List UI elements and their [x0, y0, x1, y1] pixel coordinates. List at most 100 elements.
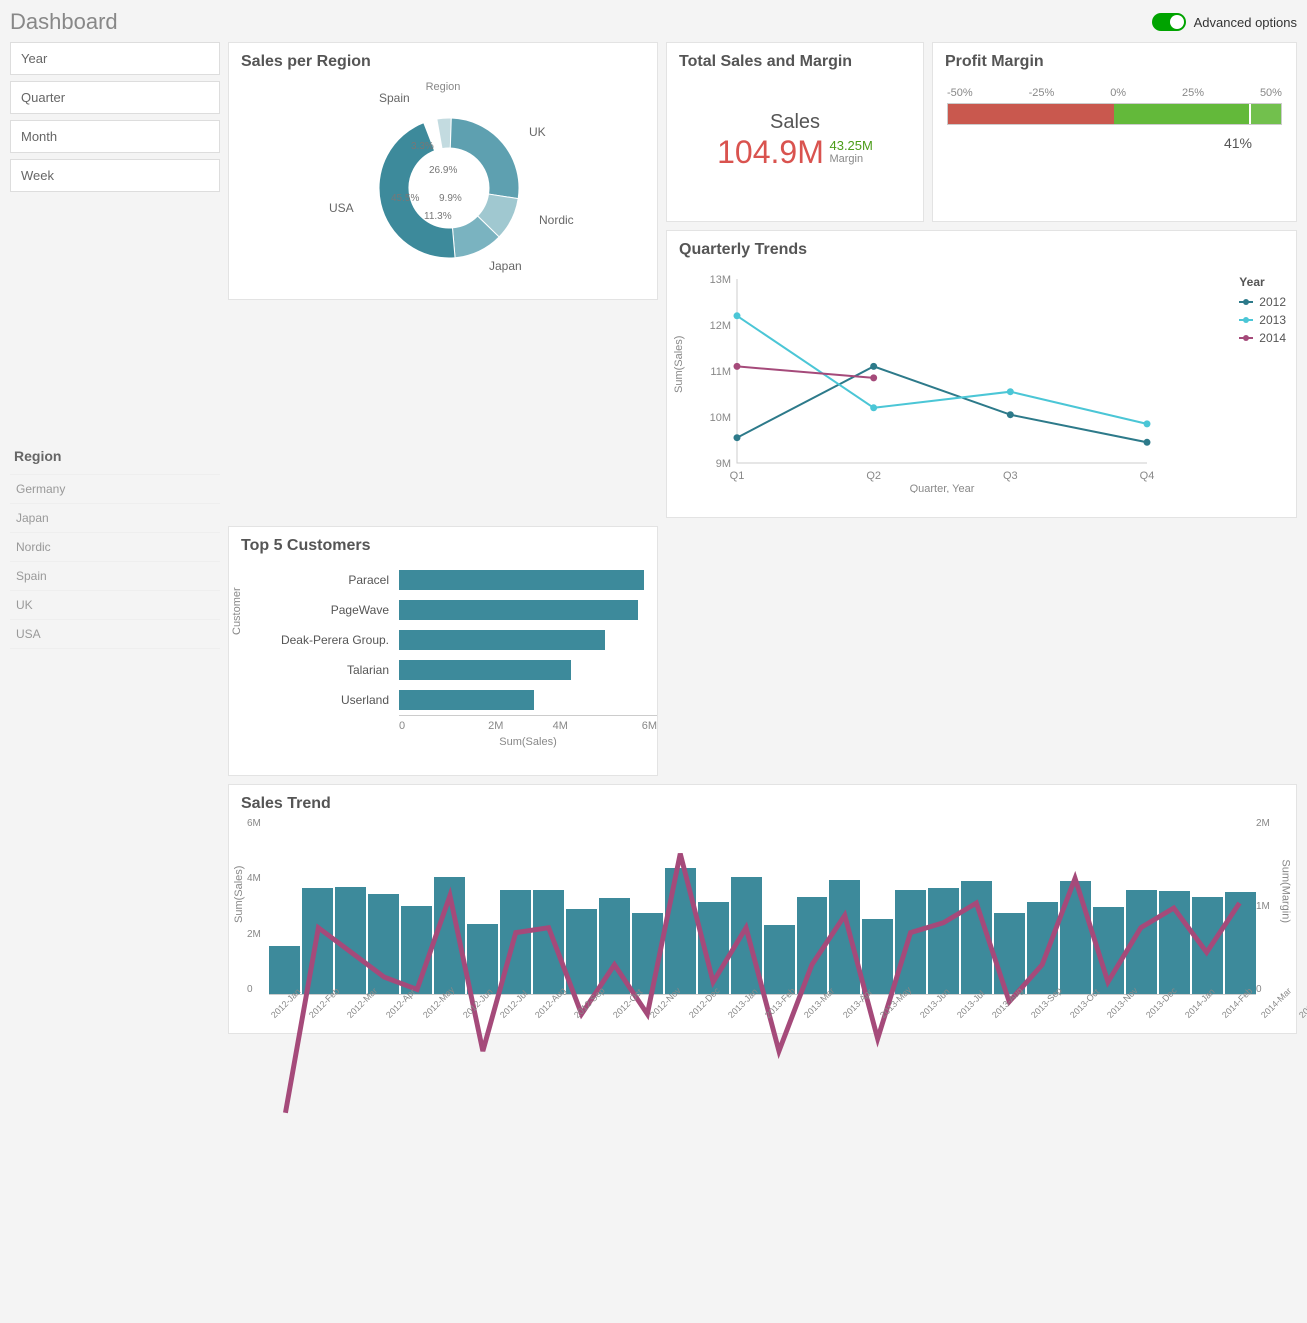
legend-title: Year [1239, 275, 1286, 289]
region-item-uk[interactable]: UK [10, 590, 220, 619]
region-item-usa[interactable]: USA [10, 619, 220, 649]
svg-text:Q3: Q3 [1003, 470, 1018, 482]
legend-item-2014[interactable]: 2014 [1239, 331, 1286, 345]
svg-text:Quarter, Year: Quarter, Year [910, 483, 975, 493]
panel-title: Profit Margin [933, 43, 1296, 81]
trend-bar[interactable] [434, 877, 465, 994]
hbar[interactable] [399, 600, 638, 620]
trend-chart[interactable] [269, 829, 1256, 995]
donut-pct: 26.9% [429, 165, 457, 176]
trend-bar[interactable] [1159, 891, 1190, 994]
trend-bar[interactable] [467, 924, 498, 994]
filter-year[interactable]: Year [10, 42, 220, 75]
filter-month[interactable]: Month [10, 120, 220, 153]
gauge-scale: -50% -25% 0% 25% 50% [947, 87, 1282, 99]
svg-text:11M: 11M [710, 366, 731, 378]
panel-title: Top 5 Customers [229, 527, 657, 565]
svg-text:12M: 12M [710, 320, 731, 332]
gauge-value: 41% [947, 135, 1282, 151]
trend-bar[interactable] [1126, 890, 1157, 995]
trend-bar[interactable] [961, 881, 992, 994]
trend-bar[interactable] [731, 877, 762, 994]
region-item-nordic[interactable]: Nordic [10, 532, 220, 561]
panel-total-sales-margin: Total Sales and Margin Sales 104.9M 43.2… [666, 42, 924, 222]
svg-text:9M: 9M [716, 458, 731, 470]
trend-bar[interactable] [797, 897, 828, 994]
trend-xtick: 2014-Apr [1297, 987, 1307, 1020]
trend-bar[interactable] [566, 909, 597, 994]
region-item-germany[interactable]: Germany [10, 474, 220, 503]
gauge-tick: -25% [1029, 87, 1055, 99]
hbar-name: PageWave [279, 603, 399, 617]
donut-pct: 11.3% [424, 211, 452, 222]
donut-pct: 45.5% [391, 193, 419, 204]
kpi-sub-label: Margin [829, 153, 872, 165]
svg-text:13M: 13M [710, 274, 731, 286]
donut-label-uk: UK [529, 125, 546, 139]
trend-bar[interactable] [994, 913, 1025, 994]
trend-bar[interactable] [862, 919, 893, 994]
region-item-spain[interactable]: Spain [10, 561, 220, 590]
trend-bar[interactable] [533, 890, 564, 994]
kpi-sub-value: 43.25M [829, 138, 872, 153]
hbar[interactable] [399, 630, 605, 650]
trend-bar[interactable] [1027, 902, 1058, 994]
gauge-tick: 0% [1110, 87, 1126, 99]
hbar[interactable] [399, 570, 644, 590]
line-ylabel: Sum(Sales) [673, 336, 685, 393]
panel-top5-customers: Top 5 Customers Customer Paracel PageWave… [228, 526, 658, 776]
legend-item-2012[interactable]: 2012 [1239, 295, 1286, 309]
hbar[interactable] [399, 690, 534, 710]
gauge-bar[interactable] [947, 103, 1282, 125]
svg-text:10M: 10M [710, 412, 731, 424]
trend-bar[interactable] [632, 913, 663, 994]
donut-label-spain: Spain [379, 91, 410, 105]
panel-sales-trend: Sales Trend Sum(Sales) Sum(Margin) 02M4M… [228, 784, 1297, 1034]
hbar-name: Paracel [279, 573, 399, 587]
trend-bar[interactable] [829, 880, 860, 994]
panel-title: Quarterly Trends [667, 231, 1296, 269]
donut-pct: 9.9% [439, 193, 462, 204]
advanced-options-label: Advanced options [1194, 15, 1297, 30]
donut-pct: 3.3% [411, 141, 434, 152]
filter-quarter[interactable]: Quarter [10, 81, 220, 114]
hbar-name: Talarian [279, 663, 399, 677]
trend-bar[interactable] [599, 898, 630, 994]
trend-bar[interactable] [698, 902, 729, 994]
trend-bar[interactable] [401, 906, 432, 994]
legend-item-2013[interactable]: 2013 [1239, 313, 1286, 327]
gauge-tick: 50% [1260, 87, 1282, 99]
donut-legend-title: Region [229, 81, 657, 93]
kpi-label: Sales [667, 111, 923, 134]
trend-bar[interactable] [368, 894, 399, 994]
trend-bar[interactable] [1192, 897, 1223, 994]
kpi-value: 104.9M [717, 134, 824, 171]
filter-week[interactable]: Week [10, 159, 220, 192]
trend-bar[interactable] [1225, 892, 1256, 994]
trend-bar[interactable] [302, 888, 333, 994]
svg-text:Q4: Q4 [1140, 470, 1155, 482]
page-title: Dashboard [10, 9, 118, 35]
hbar-ylabel: Customer [231, 587, 243, 635]
svg-text:Q1: Q1 [730, 470, 745, 482]
advanced-options-toggle[interactable] [1152, 13, 1186, 31]
panel-title: Sales per Region [229, 43, 657, 81]
donut-chart[interactable]: SpainUKNordicJapanUSA3.3%26.9%9.9%11.3%4… [229, 93, 657, 293]
trend-bar[interactable] [335, 887, 366, 994]
region-item-japan[interactable]: Japan [10, 503, 220, 532]
panel-title: Total Sales and Margin [667, 43, 923, 81]
trend-bar[interactable] [895, 890, 926, 995]
trend-bar[interactable] [764, 925, 795, 994]
trend-bar[interactable] [1060, 881, 1091, 994]
line-legend: Year 2012 2013 2014 [1239, 275, 1286, 349]
trend-ylabel-left: Sum(Sales) [233, 866, 245, 923]
gauge-tick: 25% [1182, 87, 1204, 99]
hbar[interactable] [399, 660, 571, 680]
line-chart[interactable]: 9M10M11M12M13MQ1Q2Q3Q4Quarter, Year [707, 273, 1207, 493]
trend-bar[interactable] [665, 868, 696, 995]
donut-label-usa: USA [329, 201, 354, 215]
trend-bar[interactable] [928, 888, 959, 994]
trend-bar[interactable] [1093, 907, 1124, 994]
gauge-tick: -50% [947, 87, 973, 99]
trend-bar[interactable] [500, 890, 531, 995]
